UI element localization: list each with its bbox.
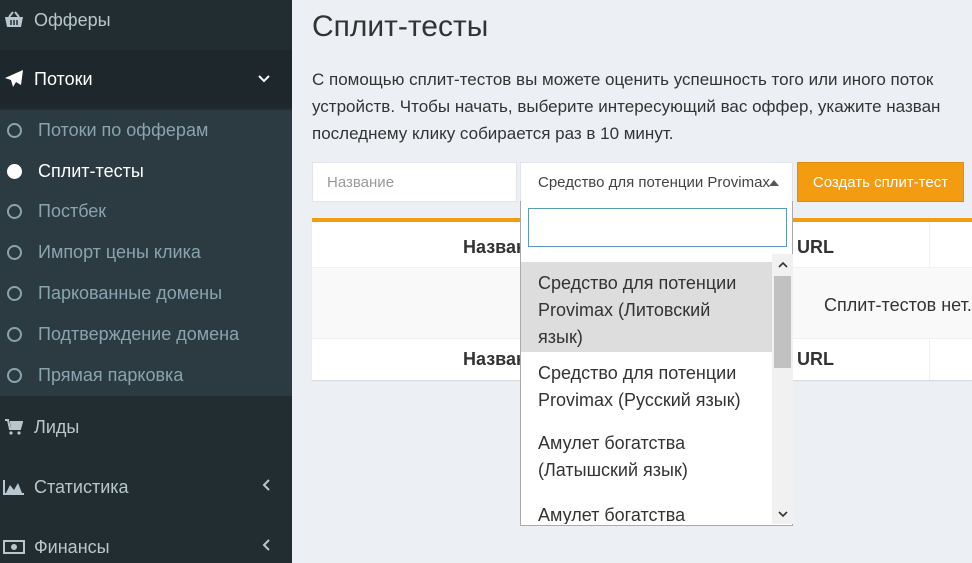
basket-icon	[3, 9, 25, 31]
scrollbar-thumb[interactable]	[774, 276, 791, 368]
table-footer-url: URL	[797, 349, 834, 369]
description-line: устройств. Чтобы начать, выберите интере…	[312, 97, 941, 116]
description-line: С помощью сплит-тестов вы можете оценить…	[312, 70, 934, 89]
flows-submenu: Потоки по офферам Сплит-тесты Постбек Им…	[0, 110, 292, 396]
dropdown-option[interactable]: Амулет богатства	[521, 502, 772, 524]
scroll-down-icon[interactable]	[772, 504, 793, 524]
offer-dropdown: Средство для потенции Provimax (Литовски…	[520, 201, 793, 526]
circle-icon	[7, 123, 22, 138]
sidebar-item-label: Офферы	[34, 9, 111, 30]
sidebar-item-click-price-import[interactable]: Импорт цены клика	[0, 232, 292, 273]
dropdown-option[interactable]: Средство для потенции Provimax (Русский …	[521, 360, 772, 428]
split-test-name-input[interactable]	[312, 162, 517, 202]
sidebar-item-parked-domains[interactable]: Паркованные домены	[0, 273, 292, 314]
sidebar-item-leads[interactable]: Лиды	[0, 406, 292, 448]
scroll-up-icon[interactable]	[772, 254, 793, 274]
sidebar-item-label: Паркованные домены	[38, 283, 223, 303]
area-chart-icon	[3, 476, 25, 498]
dropdown-option[interactable]: Средство для потенции Provimax (Литовски…	[521, 262, 772, 352]
sidebar-item-label: Сплит-тесты	[38, 161, 144, 181]
sidebar-item-finance[interactable]: Финансы	[0, 526, 292, 563]
sidebar-item-label: Финансы	[34, 536, 110, 557]
sidebar-item-label: Лиды	[34, 416, 80, 437]
caret-up-icon	[769, 180, 779, 186]
dropdown-search-input[interactable]	[528, 208, 787, 247]
circle-icon	[7, 245, 22, 260]
circle-icon	[7, 164, 22, 179]
sidebar-item-flows-by-offers[interactable]: Потоки по офферам	[0, 110, 292, 151]
chevron-down-icon	[258, 70, 270, 88]
column-divider	[929, 338, 930, 380]
sidebar-item-label: Постбек	[38, 201, 107, 221]
sidebar-item-label: Потоки	[34, 68, 93, 89]
sidebar-item-label: Подтверждение домена	[38, 324, 240, 344]
paper-plane-icon	[3, 68, 25, 90]
circle-icon	[7, 368, 22, 383]
column-divider	[929, 222, 930, 268]
sidebar-item-split-tests[interactable]: Сплит-тесты	[0, 151, 292, 192]
sidebar-item-label: Прямая парковка	[38, 365, 184, 385]
cart-icon	[3, 416, 25, 438]
sidebar: Офферы Потоки Потоки по офферам Сплит-те…	[0, 0, 292, 563]
description-line: последнему клику собирается раз в 10 мин…	[312, 124, 674, 143]
sidebar-item-statistics[interactable]: Статистика	[0, 466, 292, 508]
sidebar-item-label: Импорт цены клика	[38, 242, 201, 262]
chevron-left-icon	[262, 478, 270, 496]
page-description: С помощью сплит-тестов вы можете оценить…	[312, 66, 972, 147]
sidebar-item-postback[interactable]: Постбек	[0, 191, 292, 232]
circle-icon	[7, 204, 22, 219]
circle-icon	[7, 286, 22, 301]
offer-select-value: Средство для потенции Provimax (Литовски…	[538, 174, 770, 191]
dropdown-option[interactable]: Амулет богатства (Латышский язык)	[521, 430, 772, 498]
sidebar-item-direct-parking[interactable]: Прямая парковка	[0, 355, 292, 396]
money-icon	[3, 536, 25, 558]
sidebar-item-label: Статистика	[34, 476, 129, 497]
dropdown-scrollbar[interactable]	[772, 254, 793, 524]
table-header-name: Назван	[463, 237, 527, 257]
sidebar-item-label: Потоки по офферам	[38, 120, 209, 140]
table-footer-name: Назван	[463, 349, 527, 369]
dropdown-options-list: Средство для потенции Provimax (Литовски…	[521, 254, 772, 524]
offer-select[interactable]: Средство для потенции Provimax (Литовски…	[520, 162, 793, 202]
page-title: Сплит-тесты	[312, 10, 489, 43]
sidebar-item-flows[interactable]: Потоки	[0, 50, 292, 108]
circle-icon	[7, 327, 22, 342]
empty-state-text: Сплит-тестов нет.	[824, 295, 972, 315]
sidebar-item-domain-confirmation[interactable]: Подтверждение домена	[0, 314, 292, 355]
sidebar-item-offers[interactable]: Офферы	[0, 0, 292, 40]
chevron-left-icon	[262, 538, 270, 556]
create-split-test-button[interactable]: Создать сплит-тест	[797, 162, 964, 202]
table-header-url: URL	[797, 237, 834, 257]
